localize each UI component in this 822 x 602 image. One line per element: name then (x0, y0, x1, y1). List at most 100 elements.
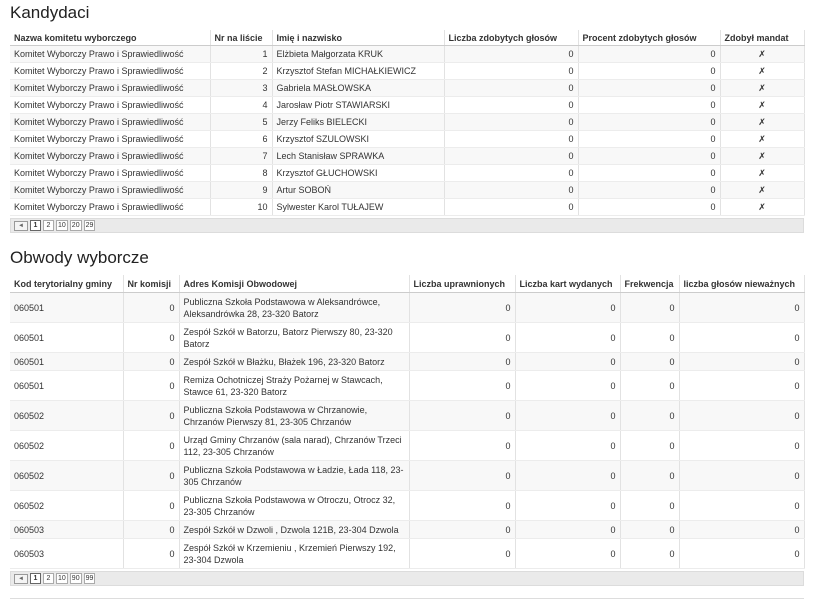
table-cell: Zespół Szkół w Krzemieniu , Krzemień Pie… (179, 538, 410, 569)
districts-column-header[interactable]: Liczba uprawnionych (409, 275, 516, 293)
page-link[interactable]: 10 (56, 573, 68, 584)
table-cell: Komitet Wyborczy Prawo i Sprawiedliwość (10, 79, 211, 97)
districts-column-header[interactable]: Nr komisji (123, 275, 180, 293)
table-cell: ✗ (720, 181, 805, 199)
districts-column-header[interactable]: Kod terytorialny gminy (10, 275, 124, 293)
table-cell: Publiczna Szkoła Podstawowa w Otroczu, O… (179, 490, 410, 521)
candidates-column-header[interactable]: Nr na liście (210, 30, 273, 46)
page-link[interactable]: 90 (69, 573, 82, 584)
table-cell: 0 (444, 62, 579, 80)
table-cell: 5 (210, 113, 273, 131)
table-cell: Jerzy Feliks BIELECKI (272, 113, 445, 131)
candidates-column-header[interactable]: Procent zdobytych głosów (578, 30, 721, 46)
table-cell: 060501 (10, 352, 124, 371)
table-cell: 060502 (10, 430, 124, 461)
table-cell: 0 (409, 538, 516, 569)
table-cell: 0 (578, 113, 721, 131)
table-cell: 0 (444, 79, 579, 97)
table-cell: 060502 (10, 490, 124, 521)
table-row: 060502 0 Publiczna Szkoła Podstawowa w Otr… (10, 490, 805, 521)
page-link[interactable]: 1 (30, 220, 41, 231)
page: Kandydaci Nazwa komitetu wyborczego Nr na… (0, 0, 822, 602)
table-cell: 6 (210, 130, 273, 148)
table-cell: ✗ (720, 62, 805, 80)
districts-column-header[interactable]: liczba głosów nieważnych (679, 275, 805, 293)
page-link[interactable]: 10 (56, 220, 68, 231)
page-link[interactable]: 2 (43, 220, 54, 231)
table-cell: 060501 (10, 292, 124, 323)
table-cell: Komitet Wyborczy Prawo i Sprawiedliwość (10, 130, 211, 148)
table-row: Komitet Wyborczy Prawo i Sprawiedliwość 5… (10, 113, 805, 131)
page-link[interactable]: 99 (83, 573, 96, 584)
candidates-column-header[interactable]: Nazwa komitetu wyborczego (10, 30, 211, 46)
table-cell: 0 (409, 322, 516, 353)
table-cell: 0 (515, 538, 621, 569)
candidates-column-header[interactable]: Zdobył mandat (720, 30, 805, 46)
table-cell: Krzysztof SZULOWSKI (272, 130, 445, 148)
table-cell: Komitet Wyborczy Prawo i Sprawiedliwość (10, 198, 211, 216)
page-link[interactable]: 1 (30, 573, 41, 584)
table-cell: 4 (210, 96, 273, 114)
candidates-title: Kandydaci (10, 3, 90, 22)
table-cell: 0 (123, 322, 180, 353)
table-cell: 0 (123, 460, 180, 491)
page-link[interactable]: 20 (69, 220, 82, 231)
table-cell: 0 (515, 430, 621, 461)
table-cell: Komitet Wyborczy Prawo i Sprawiedliwość (10, 45, 211, 63)
districts-column-header[interactable]: Adres Komisji Obwodowej (179, 275, 410, 293)
table-cell: Lech Stanisław SPRAWKA (272, 147, 445, 165)
candidates-column-header[interactable]: Imię i nazwisko (272, 30, 445, 46)
table-cell: 0 (578, 130, 721, 148)
table-cell: 0 (620, 460, 680, 491)
districts-pager: ◄ 1 2 10 90 99 (10, 571, 804, 586)
districts-header-row: Kod terytorialny gminy Nr komisji Adres Ko… (10, 275, 805, 293)
table-cell: 1 (210, 45, 273, 63)
first-page-icon[interactable]: ◄ (14, 220, 28, 231)
table-cell: 0 (123, 490, 180, 521)
table-cell: 3 (210, 79, 273, 97)
page-link[interactable]: 2 (43, 573, 54, 584)
table-cell: 060502 (10, 460, 124, 491)
table-cell: 0 (409, 292, 516, 323)
table-cell: 0 (620, 370, 680, 401)
table-row: 060501 0 Zespół Szkół w Batorzu, Batorz Pi… (10, 322, 805, 353)
table-cell: 0 (578, 79, 721, 97)
first-page-icon[interactable]: ◄ (14, 573, 28, 584)
page-link[interactable]: 29 (83, 220, 96, 231)
table-cell: 0 (444, 45, 579, 63)
table-cell: 0 (123, 352, 180, 371)
table-cell: 7 (210, 147, 273, 165)
table-cell: 0 (515, 520, 621, 539)
table-cell: 0 (444, 181, 579, 199)
table-cell: 2 (210, 62, 273, 80)
table-cell: ✗ (720, 96, 805, 114)
table-cell: Zespół Szkół w Dzwoli , Dzwola 121B, 23-… (179, 520, 410, 539)
table-cell: ✗ (720, 198, 805, 216)
table-row: Komitet Wyborczy Prawo i Sprawiedliwość 8… (10, 164, 805, 182)
table-cell: 0 (123, 370, 180, 401)
candidates-column-header[interactable]: Liczba zdobytych głosów (444, 30, 579, 46)
table-cell: ✗ (720, 164, 805, 182)
table-cell: Krzysztof GŁUCHOWSKI (272, 164, 445, 182)
districts-column-header[interactable]: Frekwencja (620, 275, 680, 293)
table-cell: 060502 (10, 400, 124, 431)
table-cell: 0 (620, 322, 680, 353)
districts-body: 060501 0 Publiczna Szkoła Podstawowa w Ale… (10, 292, 805, 569)
table-cell: 0 (409, 352, 516, 371)
table-cell: 0 (679, 370, 805, 401)
table-cell: Gabriela MASŁOWSKA (272, 79, 445, 97)
table-cell: 0 (515, 322, 621, 353)
table-cell: 0 (679, 352, 805, 371)
table-cell: 0 (679, 400, 805, 431)
footer-divider (10, 598, 804, 599)
table-cell: Elżbieta Małgorzata KRUK (272, 45, 445, 63)
table-cell: ✗ (720, 79, 805, 97)
table-cell: Remiza Ochotniczej Straży Pożarnej w Sta… (179, 370, 410, 401)
districts-column-header[interactable]: Liczba kart wydanych (515, 275, 621, 293)
table-cell: 0 (515, 400, 621, 431)
table-cell: 0 (679, 520, 805, 539)
table-cell: ✗ (720, 113, 805, 131)
table-row: Komitet Wyborczy Prawo i Sprawiedliwość 6… (10, 130, 805, 148)
table-cell: 8 (210, 164, 273, 182)
table-cell: 0 (620, 490, 680, 521)
